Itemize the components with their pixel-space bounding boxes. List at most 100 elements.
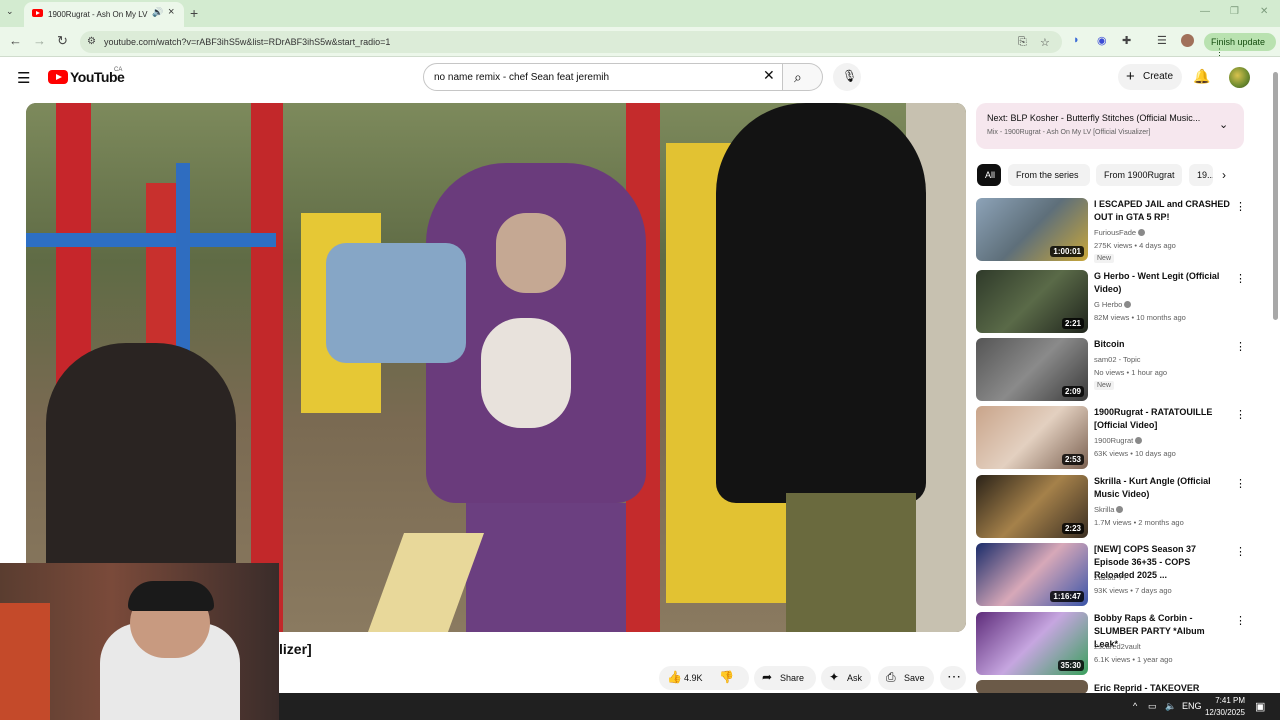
clear-search-icon[interactable]: ✕: [763, 67, 775, 84]
video-thumbnail[interactable]: 2:23: [976, 475, 1088, 538]
back-icon[interactable]: ←: [9, 33, 22, 48]
rec-title[interactable]: Bitcoin: [1094, 338, 1230, 351]
recommendation-item[interactable]: Eric Reprid - TAKEOVER: [976, 680, 1246, 694]
ask-button[interactable]: ✦ Ask: [821, 666, 871, 690]
rec-title[interactable]: Skrilla - Kurt Angle (Official Music Vid…: [1094, 475, 1230, 501]
video-player[interactable]: [26, 103, 966, 632]
extension-vpn-icon[interactable]: ◉: [1097, 34, 1107, 47]
channel-name[interactable]: FuriousFade: [1094, 228, 1136, 237]
playground-blue-rail: [26, 233, 276, 247]
address-bar[interactable]: ⚙ youtube.com/watch?v=rABF3ihS5w&list=RD…: [80, 31, 1062, 53]
more-vert-icon[interactable]: ⋮: [1235, 272, 1246, 285]
more-vert-icon[interactable]: ⋮: [1235, 545, 1246, 558]
rec-stats: 93K views • 7 days ago: [1094, 586, 1172, 595]
recommendation-item[interactable]: 2:21 G Herbo - Went Legit (Official Vide…: [976, 270, 1246, 334]
maximize-icon[interactable]: ❐: [1230, 6, 1239, 17]
new-tab-icon[interactable]: +: [190, 5, 198, 21]
finish-update-button[interactable]: Finish update ⋮: [1204, 33, 1276, 57]
search-input[interactable]: [434, 69, 754, 85]
streamer-black-cap: [128, 581, 214, 611]
network-icon[interactable]: ▭: [1148, 701, 1157, 712]
more-vert-icon[interactable]: ⋮: [1235, 477, 1246, 490]
reload-icon[interactable]: ↻: [57, 33, 68, 49]
rec-title[interactable]: 1900Rugrat - RATATOUILLE [Official Video…: [1094, 406, 1230, 432]
install-app-icon[interactable]: ⎘: [1018, 36, 1027, 49]
url-text[interactable]: youtube.com/watch?v=rABF3ihS5w&list=RDrA…: [104, 37, 390, 47]
profile-avatar[interactable]: [1181, 34, 1194, 47]
rec-channel[interactable]: Skrilla: [1094, 505, 1124, 514]
video-thumbnail[interactable]: 2:09: [976, 338, 1088, 401]
video-thumbnail[interactable]: 1:16:47: [976, 543, 1088, 606]
more-vert-icon[interactable]: ⋮: [1235, 340, 1246, 353]
chip-from-channel[interactable]: From 1900Rugrat: [1096, 164, 1182, 186]
chip-from-series[interactable]: From the series: [1008, 164, 1090, 186]
search-box[interactable]: [423, 63, 783, 91]
thumbs-up-icon[interactable]: 👍: [667, 670, 682, 684]
language-indicator[interactable]: ENG: [1182, 701, 1202, 711]
close-window-icon[interactable]: ✕: [1260, 6, 1268, 17]
video-thumbnail[interactable]: [976, 680, 1088, 694]
rec-channel[interactable]: ZaZau YT: [1094, 573, 1127, 582]
tab-search-chevron-icon[interactable]: ⌄: [6, 6, 14, 17]
extensions-puzzle-icon[interactable]: ✚: [1122, 34, 1131, 47]
more-actions-button[interactable]: ⋯: [940, 666, 966, 690]
more-vert-icon[interactable]: ⋮: [1235, 200, 1246, 213]
recommendation-item[interactable]: 35:30 Bobby Raps & Corbin - SLUMBER PART…: [976, 612, 1246, 676]
channel-name[interactable]: 1900Rugrat: [1094, 436, 1133, 445]
reading-list-icon[interactable]: ☰: [1157, 34, 1167, 47]
search-button[interactable]: ⌕: [783, 63, 823, 91]
notifications-bell-icon[interactable]: 🔔: [1193, 68, 1210, 85]
rec-channel[interactable]: 2scared2vault: [1094, 642, 1141, 651]
close-tab-icon[interactable]: ×: [168, 6, 174, 18]
like-count[interactable]: 4.9K: [684, 673, 703, 683]
video-thumbnail[interactable]: 2:53: [976, 406, 1088, 469]
notifications-icon[interactable]: ▣: [1255, 700, 1265, 713]
create-button[interactable]: + Create: [1118, 64, 1182, 90]
chip-all[interactable]: All: [977, 164, 1001, 186]
chevron-down-icon[interactable]: ⌄: [1219, 118, 1228, 131]
clock-time[interactable]: 7:41 PM: [1205, 696, 1245, 705]
account-avatar[interactable]: [1229, 67, 1250, 88]
rec-title[interactable]: I ESCAPED JAIL and CRASHED OUT in GTA 5 …: [1094, 198, 1230, 224]
rec-title[interactable]: G Herbo - Went Legit (Official Video): [1094, 270, 1230, 296]
chevron-right-icon[interactable]: ›: [1222, 168, 1226, 182]
rec-channel[interactable]: 1900Rugrat: [1094, 436, 1143, 445]
chip-more[interactable]: 19...: [1189, 164, 1213, 186]
rec-channel[interactable]: sam02 - Topic: [1094, 355, 1141, 364]
site-info-icon[interactable]: ⚙: [87, 36, 96, 47]
browser-tab-active[interactable]: 1900Rugrat - Ash On My LV 🔊 ×: [24, 2, 184, 27]
clock-date[interactable]: 12/30/2025: [1200, 708, 1245, 717]
menu-hamburger-icon[interactable]: ☰: [17, 69, 30, 87]
recommendation-item[interactable]: 1:00:01 I ESCAPED JAIL and CRASHED OUT i…: [976, 198, 1246, 263]
more-vert-icon[interactable]: ⋮: [1235, 408, 1246, 421]
video-thumbnail[interactable]: 35:30: [976, 612, 1088, 675]
scrollbar-thumb[interactable]: [1273, 72, 1278, 320]
share-button[interactable]: ➦ Share: [754, 666, 816, 690]
forward-icon[interactable]: →: [33, 33, 46, 48]
tray-chevron-up-icon[interactable]: ^: [1133, 701, 1137, 711]
bookmark-star-icon[interactable]: ☆: [1040, 36, 1050, 49]
video-thumbnail[interactable]: 1:00:01: [976, 198, 1088, 261]
rec-stats: 1.7M views • 2 months ago: [1094, 518, 1184, 527]
recommendation-item[interactable]: 2:23 Skrilla - Kurt Angle (Official Musi…: [976, 475, 1246, 539]
recommendation-item[interactable]: 2:53 1900Rugrat - RATATOUILLE [Official …: [976, 406, 1246, 470]
thumbs-down-icon[interactable]: 👎: [719, 670, 734, 684]
volume-icon[interactable]: 🔈: [1165, 701, 1176, 712]
speaker-icon[interactable]: 🔊: [152, 7, 163, 18]
finish-update-label: Finish update: [1211, 37, 1266, 47]
extension-audio-icon[interactable]: ◗: [1073, 34, 1080, 46]
youtube-logo-icon[interactable]: [48, 70, 68, 84]
channel-name[interactable]: G Herbo: [1094, 300, 1122, 309]
voice-search-button[interactable]: 🎙: [833, 63, 861, 91]
recommendation-item[interactable]: 2:09 Bitcoin sam02 - Topic No views • 1 …: [976, 338, 1246, 402]
more-horizontal-icon: ⋯: [947, 668, 961, 684]
playlist-next-card[interactable]: Next: BLP Kosher - Butterfly Stitches (O…: [976, 103, 1244, 149]
more-vert-icon[interactable]: ⋮: [1235, 614, 1246, 627]
rec-channel[interactable]: G Herbo: [1094, 300, 1132, 309]
rec-channel[interactable]: FuriousFade: [1094, 228, 1146, 237]
save-button[interactable]: ⎙ Save: [878, 666, 934, 690]
minimize-icon[interactable]: —: [1200, 6, 1210, 17]
channel-name[interactable]: Skrilla: [1094, 505, 1114, 514]
recommendation-item[interactable]: 1:16:47 [NEW] COPS Season 37 Episode 36+…: [976, 543, 1246, 607]
video-thumbnail[interactable]: 2:21: [976, 270, 1088, 333]
